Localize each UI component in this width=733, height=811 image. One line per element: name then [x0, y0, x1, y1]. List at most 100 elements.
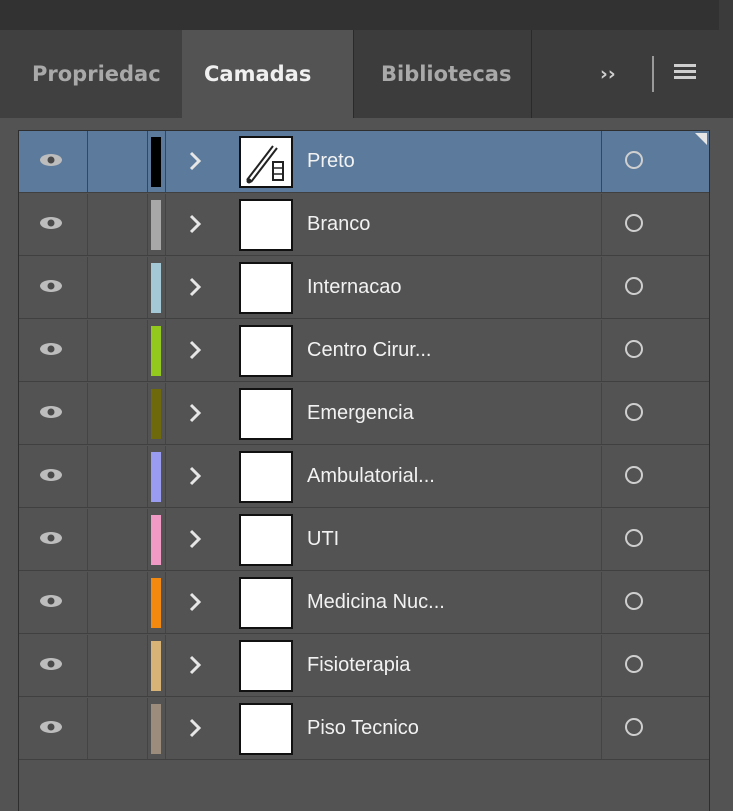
lock-toggle[interactable]	[87, 383, 148, 444]
target-circle-icon	[625, 718, 643, 736]
layer-row[interactable]: Centro Cirur...	[19, 320, 709, 382]
eye-icon	[39, 215, 63, 229]
visibility-toggle[interactable]	[19, 131, 88, 192]
target-circle-icon	[625, 655, 643, 673]
visibility-toggle[interactable]	[19, 635, 88, 696]
layer-color-swatch	[151, 200, 161, 250]
visibility-toggle[interactable]	[19, 257, 88, 318]
target-toggle[interactable]	[601, 698, 710, 759]
target-toggle[interactable]	[601, 320, 710, 381]
layer-name[interactable]: Piso Tecnico	[307, 698, 419, 759]
layer-row[interactable]: Ambulatorial...	[19, 446, 709, 508]
target-circle-icon	[625, 277, 643, 295]
layer-name[interactable]: Medicina Nuc...	[307, 572, 445, 633]
visibility-toggle[interactable]	[19, 446, 88, 507]
layer-row[interactable]: Internacao	[19, 257, 709, 319]
eye-icon	[39, 530, 63, 544]
target-toggle[interactable]	[601, 572, 710, 633]
layer-name[interactable]: Ambulatorial...	[307, 446, 435, 507]
tab-separator	[531, 30, 532, 118]
expand-toggle[interactable]	[165, 572, 236, 633]
target-toggle[interactable]	[601, 131, 710, 192]
lock-toggle[interactable]	[87, 509, 148, 570]
eye-icon	[39, 656, 63, 670]
target-circle-icon	[625, 151, 643, 169]
layer-name[interactable]: UTI	[307, 509, 339, 570]
chevron-right-icon	[188, 653, 202, 677]
tab-libraries[interactable]: Bibliotecas	[353, 30, 531, 118]
layer-thumbnail	[239, 199, 293, 251]
eye-icon	[39, 593, 63, 607]
lock-toggle[interactable]	[87, 320, 148, 381]
layer-color-swatch	[151, 326, 161, 376]
layer-name[interactable]: Fisioterapia	[307, 635, 410, 696]
pen-drawing-thumbnail-icon	[239, 136, 293, 188]
expand-toggle[interactable]	[165, 446, 236, 507]
target-toggle[interactable]	[601, 635, 710, 696]
lock-toggle[interactable]	[87, 635, 148, 696]
layer-row[interactable]: UTI	[19, 509, 709, 571]
layer-row[interactable]: Fisioterapia	[19, 635, 709, 697]
target-toggle[interactable]	[601, 509, 710, 570]
layer-row[interactable]: Preto	[19, 131, 709, 193]
expand-toggle[interactable]	[165, 194, 236, 255]
chevron-right-icon	[188, 590, 202, 614]
chevron-right-icon	[188, 401, 202, 425]
eye-icon	[39, 278, 63, 292]
expand-toggle[interactable]	[165, 383, 236, 444]
target-toggle[interactable]	[601, 383, 710, 444]
eye-icon	[39, 404, 63, 418]
lock-toggle[interactable]	[87, 194, 148, 255]
lock-toggle[interactable]	[87, 446, 148, 507]
tab-layers[interactable]: Camadas	[182, 30, 353, 118]
chevron-right-icon	[188, 212, 202, 236]
visibility-toggle[interactable]	[19, 194, 88, 255]
visibility-toggle[interactable]	[19, 509, 88, 570]
layer-row[interactable]: Medicina Nuc...	[19, 572, 709, 634]
lock-toggle[interactable]	[87, 698, 148, 759]
chevron-right-icon	[188, 527, 202, 551]
layer-row[interactable]: Piso Tecnico	[19, 698, 709, 760]
layer-thumbnail	[239, 262, 293, 314]
layer-row[interactable]: Branco	[19, 194, 709, 256]
target-toggle[interactable]	[601, 446, 710, 507]
lock-toggle[interactable]	[87, 257, 148, 318]
layer-name[interactable]: Emergencia	[307, 383, 414, 444]
tab-overflow-button[interactable]: ››	[600, 30, 616, 118]
layer-list: Preto Branco Internacao Centro Cirur... Emer…	[18, 130, 710, 811]
layer-name[interactable]: Centro Cirur...	[307, 320, 431, 381]
layer-row[interactable]: Emergencia	[19, 383, 709, 445]
panel-tab-bar: Propriedac Camadas Bibliotecas	[0, 30, 733, 118]
target-circle-icon	[625, 340, 643, 358]
visibility-toggle[interactable]	[19, 572, 88, 633]
target-circle-icon	[625, 466, 643, 484]
panel-menu-icon[interactable]	[674, 64, 696, 80]
lock-toggle[interactable]	[87, 572, 148, 633]
chevron-right-icon	[188, 149, 202, 173]
target-toggle[interactable]	[601, 194, 710, 255]
target-toggle[interactable]	[601, 257, 710, 318]
expand-toggle[interactable]	[165, 257, 236, 318]
expand-toggle[interactable]	[165, 131, 236, 192]
layer-name[interactable]: Branco	[307, 194, 370, 255]
expand-toggle[interactable]	[165, 635, 236, 696]
lock-toggle[interactable]	[87, 131, 148, 192]
visibility-toggle[interactable]	[19, 383, 88, 444]
expand-toggle[interactable]	[165, 698, 236, 759]
expand-toggle[interactable]	[165, 509, 236, 570]
layer-thumbnail	[239, 640, 293, 692]
layer-color-swatch	[151, 704, 161, 754]
layer-name[interactable]: Preto	[307, 131, 355, 192]
eye-icon	[39, 341, 63, 355]
layer-color-swatch	[151, 578, 161, 628]
expand-toggle[interactable]	[165, 320, 236, 381]
toolbar-divider	[652, 56, 654, 92]
layer-thumbnail	[239, 388, 293, 440]
layer-color-swatch	[151, 515, 161, 565]
visibility-toggle[interactable]	[19, 320, 88, 381]
layer-name[interactable]: Internacao	[307, 257, 402, 318]
layer-color-swatch	[151, 263, 161, 313]
visibility-toggle[interactable]	[19, 698, 88, 759]
layer-color-swatch	[151, 389, 161, 439]
tab-properties[interactable]: Propriedac	[0, 30, 182, 118]
